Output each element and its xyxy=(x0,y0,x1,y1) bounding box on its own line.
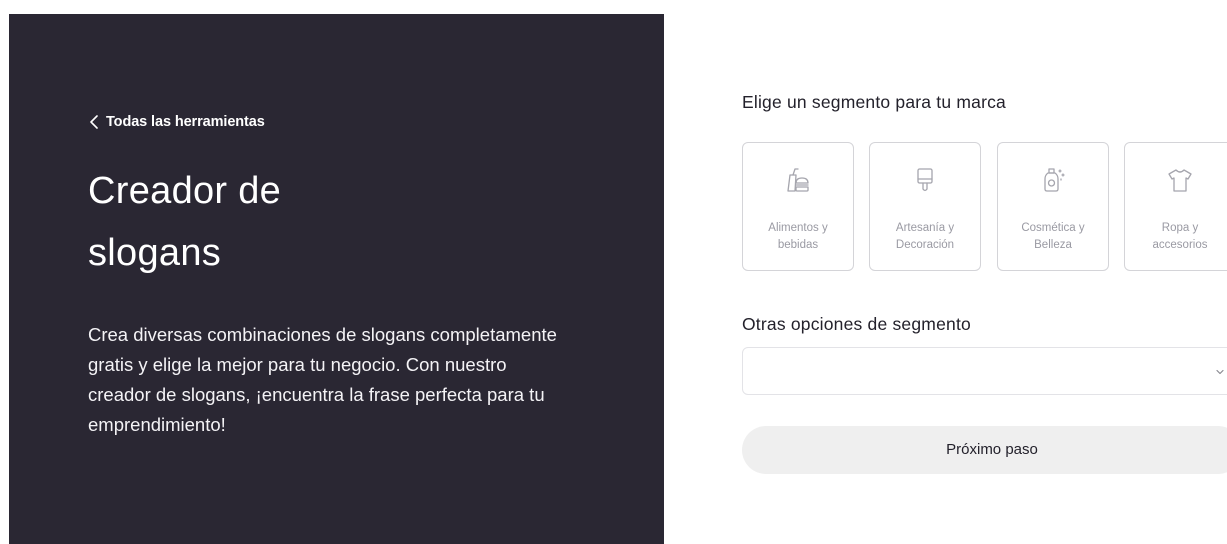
segment-food-line2: bebidas xyxy=(777,239,819,251)
hero-panel: Todas las herramientas Creador de slogan… xyxy=(9,14,664,544)
segment-clothing-line1: Ropa y xyxy=(1161,222,1199,234)
segment-card-food[interactable]: Alimentos y bebidas xyxy=(742,142,854,271)
segment-cosmetics-line1: Cosmética y xyxy=(1021,222,1085,234)
segment-card-cosmetics[interactable]: Cosmética y Belleza xyxy=(997,142,1109,271)
segment-clothing-line2: accesorios xyxy=(1152,239,1208,251)
chevron-left-icon xyxy=(89,115,99,129)
next-step-button[interactable]: Próximo paso xyxy=(742,426,1227,474)
other-segment-select[interactable] xyxy=(742,347,1227,395)
page: Todas las herramientas Creador de slogan… xyxy=(0,0,1227,544)
chevron-down-icon xyxy=(1215,367,1225,377)
brush-icon xyxy=(910,165,940,195)
segment-card-crafts[interactable]: Artesanía y Decoración xyxy=(869,142,981,271)
page-description: Crea diversas combinaciones de slogans c… xyxy=(88,324,557,435)
segment-label: Elige un segmento para tu marca xyxy=(742,92,1006,112)
back-link-label: Todas las herramientas xyxy=(106,114,265,130)
segment-card-clothing[interactable]: Ropa y accesorios xyxy=(1124,142,1227,271)
segment-cosmetics-line2: Belleza xyxy=(1034,239,1072,251)
segment-crafts-line2: Decoración xyxy=(895,239,955,251)
cosmetics-icon xyxy=(1038,165,1068,195)
segment-form: Elige un segmento para tu marca Alimento… xyxy=(742,0,1227,544)
back-to-tools-link[interactable]: Todas las herramientas xyxy=(89,114,265,130)
tshirt-icon xyxy=(1165,165,1195,195)
other-segment-label: Otras opciones de segmento xyxy=(742,314,971,334)
food-icon xyxy=(783,165,813,195)
segment-crafts-line1: Artesanía y xyxy=(895,222,955,234)
segment-cards: Alimentos y bebidas Artesanía y Decoraci… xyxy=(742,142,1227,271)
title-line-2: slogans xyxy=(88,232,222,274)
title-line-1: Creador de xyxy=(88,170,282,212)
segment-food-line1: Alimentos y xyxy=(768,222,828,234)
page-title: Creador de slogans xyxy=(88,160,608,284)
